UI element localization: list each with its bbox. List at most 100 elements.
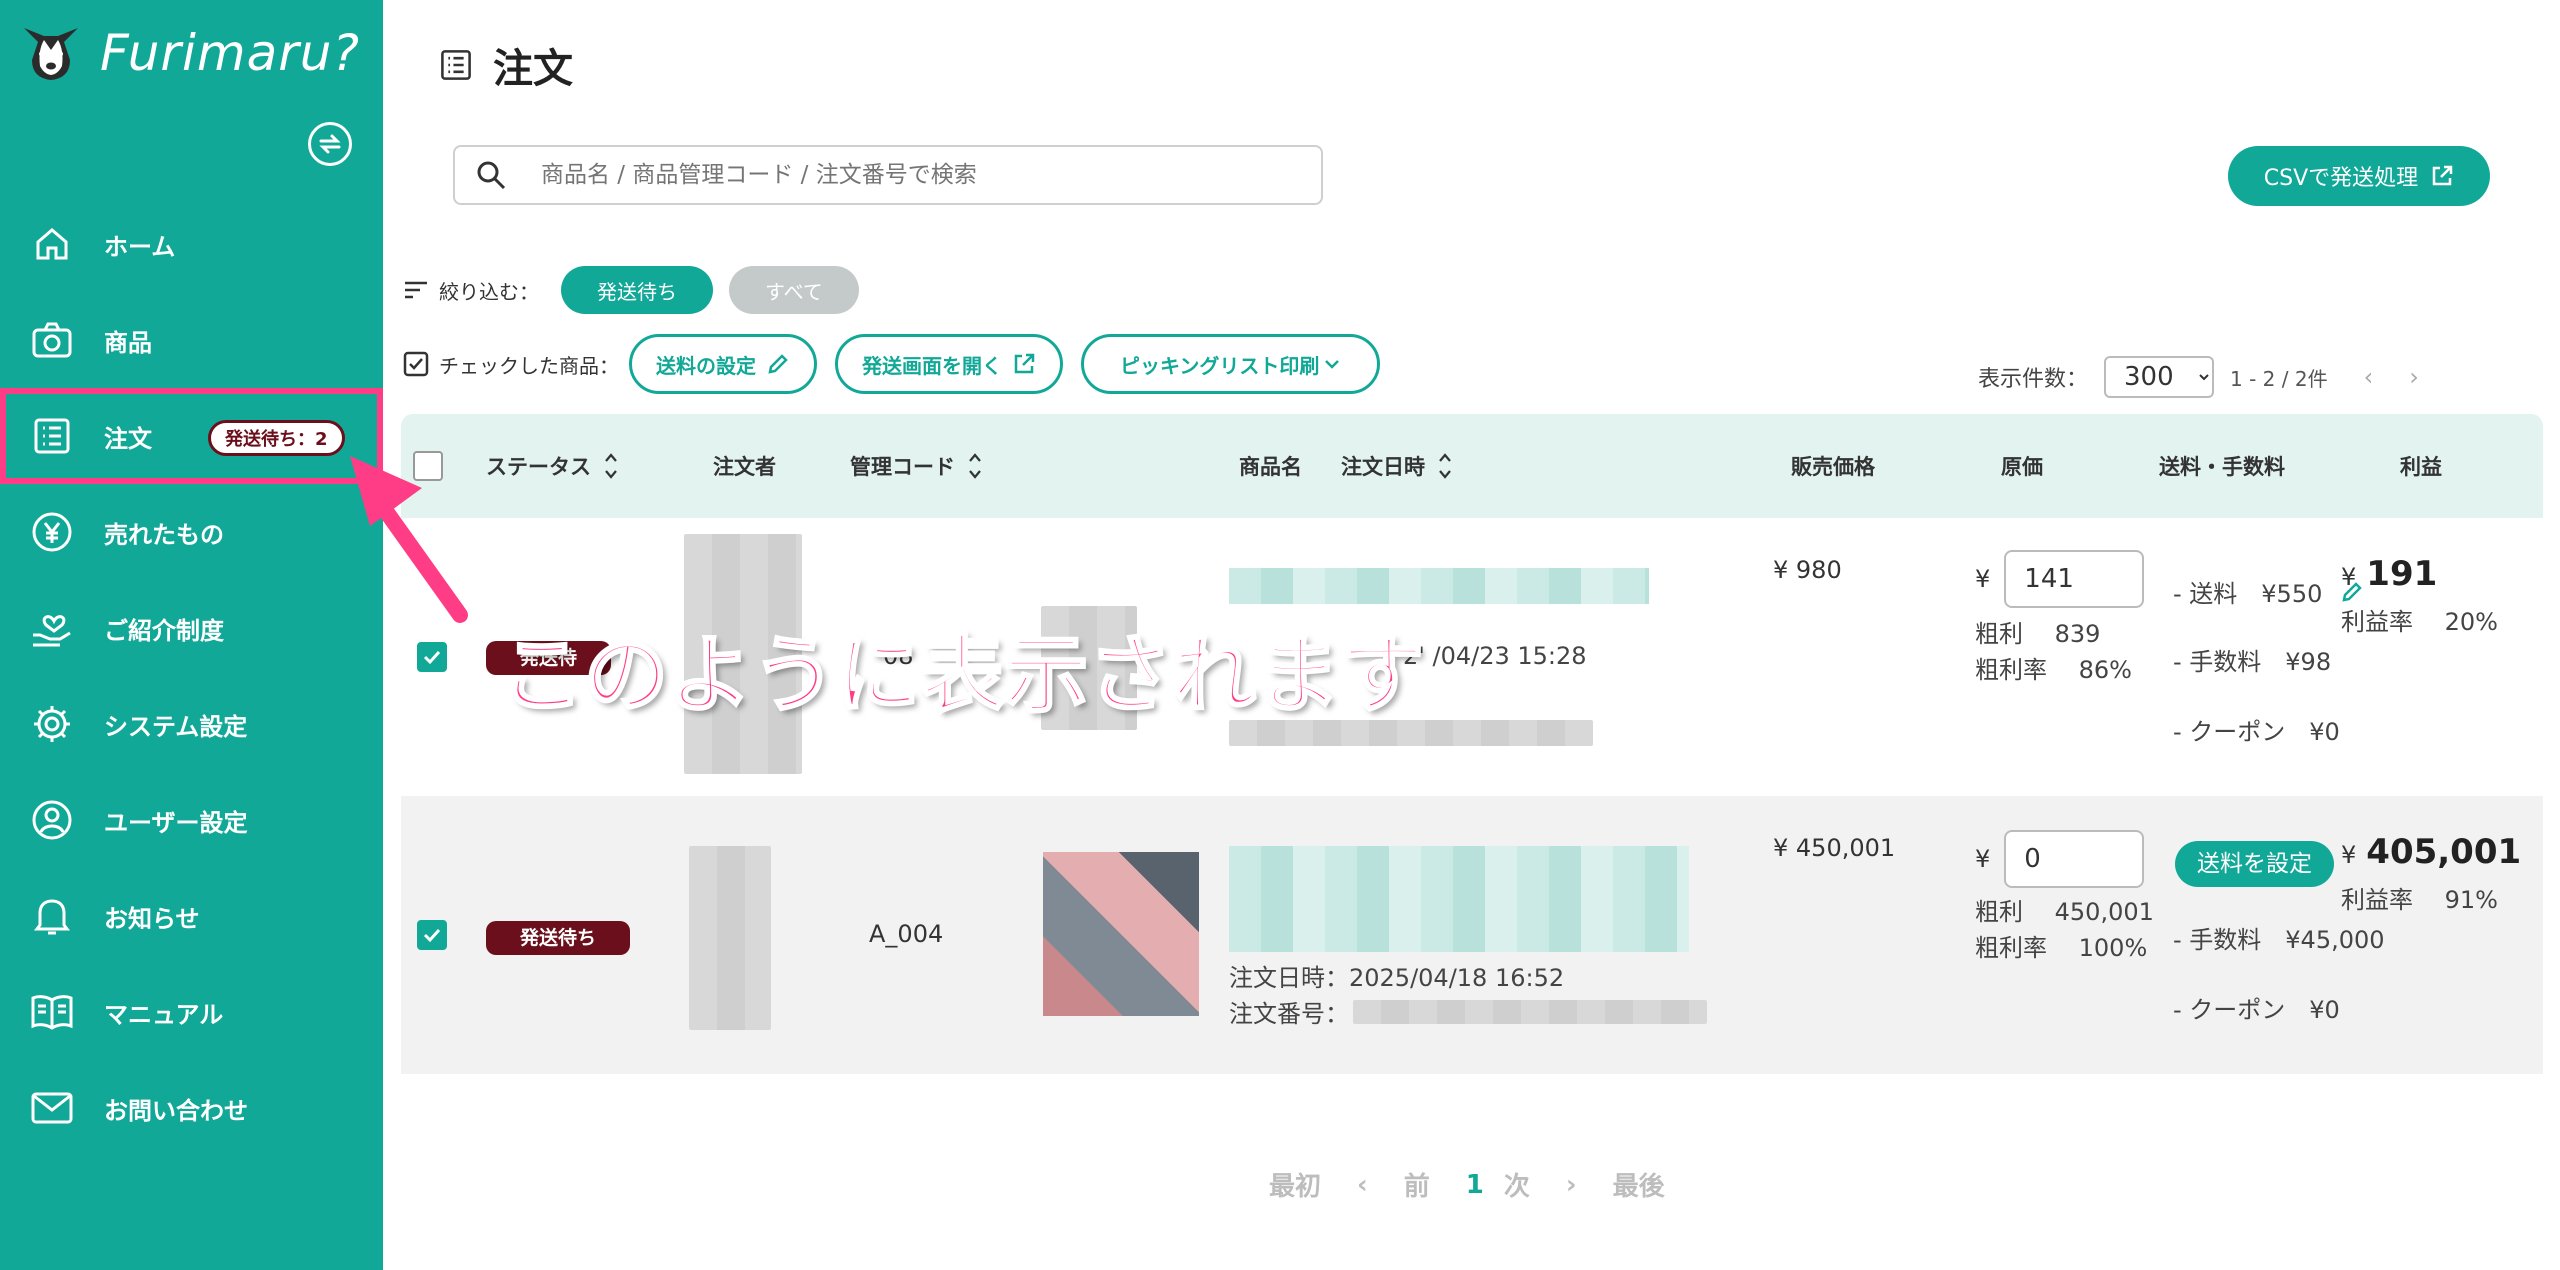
- profit-value: ¥ 191: [2341, 554, 2437, 594]
- list-icon: [30, 414, 74, 458]
- col-buyer-label: 注文者: [713, 455, 776, 479]
- sidebar-item-home[interactable]: ホーム: [0, 196, 383, 292]
- gross-profit-rate-label: 粗利率: [1975, 934, 2047, 962]
- col-order-date-label: 注文日時: [1341, 455, 1425, 479]
- col-status-label: ステータス: [486, 455, 591, 479]
- buyer-avatar: [689, 846, 771, 1030]
- chevron-left-icon[interactable]: ‹: [1357, 1170, 1368, 1200]
- swap-icon: [319, 134, 341, 154]
- sidebar-item-contact[interactable]: お問い合わせ: [0, 1060, 383, 1156]
- pending-count-badge: 発送待ち：2: [208, 420, 345, 456]
- coupon-line: - クーポン ¥0: [2173, 718, 2340, 746]
- check-icon: [423, 928, 441, 943]
- set-shipping-fee-button[interactable]: 送料を設定: [2175, 841, 2334, 887]
- order-date-line: 注文日時：2025/04/18 16:52: [1229, 958, 1564, 993]
- mail-icon: [30, 1086, 74, 1130]
- row-checkbox[interactable]: [417, 642, 447, 672]
- annotation-arrow-icon: [350, 456, 468, 623]
- book-icon: [30, 990, 74, 1034]
- col-status[interactable]: ステータス: [486, 414, 619, 518]
- sidebar-item-system-settings[interactable]: システム設定: [0, 676, 383, 772]
- management-code: A_004: [869, 920, 944, 948]
- shipping-fee-settings-button[interactable]: 送料の設定: [629, 334, 817, 394]
- profit-currency: ¥: [2341, 563, 2357, 591]
- col-code-label: 管理コード: [850, 455, 955, 479]
- product-thumbnail[interactable]: [1043, 852, 1199, 1016]
- cost-input[interactable]: 0: [2004, 830, 2145, 888]
- sidebar-item-sold[interactable]: 売れたもの: [0, 484, 383, 580]
- gross-profit-rate-label: 粗利率: [1975, 656, 2047, 684]
- sidebar-item-manual[interactable]: マニュアル: [0, 964, 383, 1060]
- sidebar-item-notices[interactable]: お知らせ: [0, 868, 383, 964]
- col-fees: 送料・手数料: [2159, 414, 2285, 518]
- order-date-value: 2' /04/23 15:28: [1403, 642, 1587, 670]
- brand-name: Furimaru?: [100, 24, 361, 82]
- external-link-icon: [1014, 353, 1035, 374]
- product-name[interactable]: [1229, 568, 1649, 604]
- profit-rate-value: 20%: [2444, 608, 2498, 636]
- col-profit-label: 利益: [2400, 455, 2442, 479]
- chevron-right-icon[interactable]: ›: [1566, 1170, 1577, 1200]
- profit-currency: ¥: [2341, 841, 2357, 869]
- sidebar-item-label: マニュアル: [104, 1000, 224, 1029]
- search-input[interactable]: [541, 162, 1241, 188]
- col-product-label: 商品名: [1239, 455, 1302, 479]
- open-shipping-screen-button[interactable]: 発送画面を開く: [835, 334, 1063, 394]
- next-page-arrow-icon[interactable]: ›: [2409, 363, 2419, 391]
- picking-list-print-button[interactable]: ピッキングリスト印刷: [1081, 334, 1381, 394]
- profit-amount: 191: [2366, 554, 2438, 594]
- row-checkbox[interactable]: [417, 920, 447, 950]
- col-order-date[interactable]: 注文日時: [1341, 414, 1453, 518]
- next-page-link[interactable]: 次: [1504, 1166, 1530, 1203]
- sort-icon: [1439, 453, 1451, 479]
- col-cost-label: 原価: [2001, 455, 2043, 479]
- row-select-cell: [417, 642, 447, 672]
- brand-logo[interactable]: Furimaru?: [18, 18, 360, 88]
- col-cost: 原価: [2001, 414, 2043, 518]
- filter-lines-icon: [405, 281, 427, 299]
- sidebar-item-orders[interactable]: 注文 発送待ち：2: [0, 388, 383, 484]
- filter-row: 絞り込む： 発送待ち すべて: [403, 266, 875, 314]
- pager-bottom: 最初 ‹ 前 1 次 › 最後: [1269, 1166, 1701, 1203]
- gross-profit-rate-value: 86%: [2078, 656, 2132, 684]
- prev-page-link[interactable]: 前: [1404, 1166, 1430, 1203]
- sort-icon: [969, 453, 981, 479]
- search-box[interactable]: [453, 145, 1323, 205]
- sort-icon: [605, 453, 617, 479]
- fee-line: - 手数料 ¥45,000: [2173, 926, 2385, 954]
- col-buyer: 注文者: [713, 414, 776, 518]
- sidebar-item-referral[interactable]: ご紹介制度: [0, 580, 383, 676]
- csv-shipping-button[interactable]: CSVで発送処理: [2228, 146, 2490, 206]
- col-code[interactable]: 管理コード: [850, 414, 983, 518]
- sidebar-item-label: 売れたもの: [104, 520, 224, 549]
- profit-rate-value: 91%: [2444, 886, 2498, 914]
- filter-all-chip[interactable]: すべて: [729, 266, 859, 314]
- prev-page-arrow-icon[interactable]: ‹: [2364, 363, 2374, 391]
- sidebar-item-label: 商品: [104, 328, 152, 357]
- per-page-select[interactable]: 300: [2104, 356, 2215, 398]
- filter-label: 絞り込む：: [439, 279, 539, 304]
- sidebar-item-label: システム設定: [104, 712, 248, 741]
- order-number-line: 注文番号：: [1229, 994, 1707, 1029]
- product-name[interactable]: [1229, 846, 1689, 952]
- sidebar-item-products[interactable]: 商品: [0, 292, 383, 388]
- sidebar-item-label: ユーザー設定: [104, 808, 248, 837]
- status-badge: 発送待ち: [486, 921, 631, 955]
- order-number: [1353, 999, 1707, 1024]
- shipping-fee-line: - 送料 ¥550: [2173, 574, 2364, 609]
- last-page-link[interactable]: 最後: [1613, 1166, 1665, 1203]
- result-range: 1 - 2 / 2件: [2230, 366, 2328, 391]
- cost-cell: ¥ 141: [1975, 550, 2145, 608]
- filter-pending-chip[interactable]: 発送待ち: [561, 266, 713, 314]
- coupon-line: - クーポン ¥0: [2173, 996, 2340, 1024]
- first-page-link[interactable]: 最初: [1269, 1166, 1321, 1203]
- open-shipping-screen-label: 発送画面を開く: [862, 353, 1002, 378]
- search-icon: [477, 161, 506, 190]
- sidebar-item-label: お問い合わせ: [104, 1096, 248, 1125]
- home-icon: [30, 222, 74, 266]
- sidebar-item-user-settings[interactable]: ユーザー設定: [0, 772, 383, 868]
- cost-input[interactable]: 141: [2004, 550, 2145, 608]
- switch-account-button[interactable]: [308, 122, 352, 166]
- per-page-label: 表示件数：: [1978, 367, 2089, 392]
- cost-currency: ¥: [1975, 565, 1991, 593]
